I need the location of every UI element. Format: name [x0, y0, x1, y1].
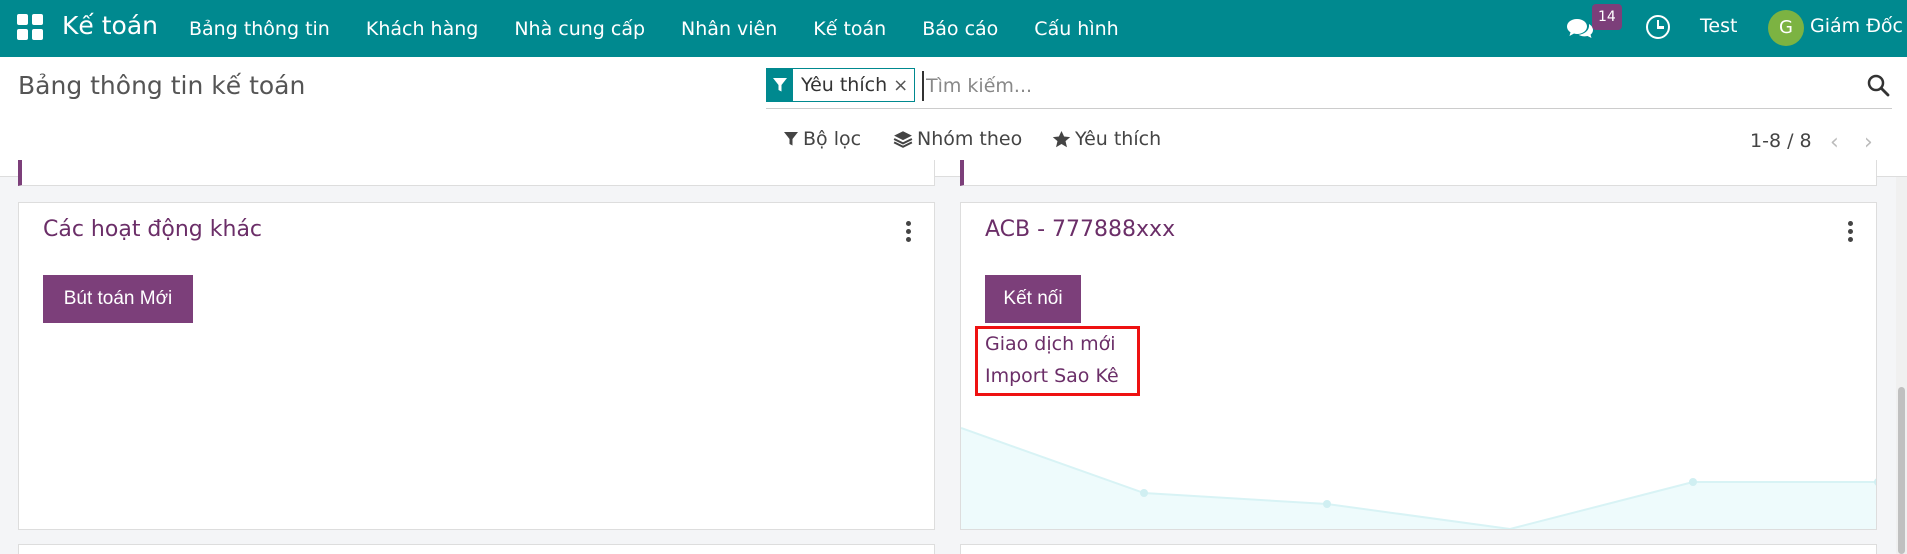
clock-icon[interactable]: [1646, 15, 1670, 39]
menu-item-dashboard[interactable]: Bảng thông tin: [189, 18, 330, 40]
new-entry-button[interactable]: Bút toán Mới: [43, 275, 193, 323]
apps-grid-icon[interactable]: [17, 14, 43, 40]
filter-label: Bộ lọc: [803, 128, 862, 150]
card-title[interactable]: Các hoạt động khác: [43, 217, 262, 242]
facet-label: Yêu thích: [801, 74, 888, 96]
card-title[interactable]: ACB - 777888xxx: [985, 217, 1175, 242]
scrollbar-thumb[interactable]: [1898, 387, 1905, 554]
app-brand[interactable]: Kế toán: [62, 11, 158, 40]
layers-icon: [893, 131, 913, 148]
group-by-label: Nhóm theo: [917, 128, 1023, 150]
chat-count-badge: 14: [1592, 4, 1622, 30]
menu-item-customers[interactable]: Khách hàng: [366, 18, 478, 40]
user-name[interactable]: Giám Đốc: [1810, 15, 1903, 37]
card-partial-top-right: [960, 160, 1877, 186]
group-by-button[interactable]: Nhóm theo: [893, 128, 1022, 150]
journal-card-misc: Các hoạt động khác Bút toán Mới: [18, 202, 935, 530]
page-title: Bảng thông tin kế toán: [18, 71, 306, 100]
menu-item-configuration[interactable]: Cấu hình: [1034, 18, 1118, 40]
scrollbar[interactable]: [1896, 177, 1907, 554]
card-partial-bottom-right: [960, 544, 1877, 554]
search-input[interactable]: [922, 71, 1822, 101]
control-panel: Bảng thông tin kế toán Yêu thích × Bộ lọ…: [0, 57, 1907, 177]
filter-button[interactable]: Bộ lọc: [783, 128, 861, 150]
card-menu-icon[interactable]: [1848, 221, 1854, 243]
card-partial-bottom-left: [18, 544, 935, 554]
search-bar: Yêu thích ×: [766, 65, 1892, 109]
pager-value[interactable]: 1-8 / 8: [1750, 130, 1812, 152]
search-facet: Yêu thích ×: [766, 68, 916, 102]
filter-icon: [784, 132, 798, 146]
search-icon[interactable]: [1866, 73, 1890, 97]
menu-item-accounting[interactable]: Kế toán: [813, 18, 886, 40]
pager-next-button[interactable]: ›: [1864, 130, 1873, 155]
main-menu: Bảng thông tin Khách hàng Nhà cung cấp N…: [189, 0, 1155, 57]
menu-item-reports[interactable]: Báo cáo: [922, 18, 998, 40]
company-label[interactable]: Test: [1700, 15, 1737, 37]
card-menu-icon[interactable]: [906, 221, 912, 243]
connect-button[interactable]: Kết nối: [985, 275, 1081, 323]
favorites-button[interactable]: Yêu thích: [1052, 128, 1161, 150]
top-navbar: Kế toán Bảng thông tin Khách hàng Nhà cu…: [0, 0, 1907, 57]
star-icon: [1052, 130, 1071, 147]
pager-previous-button[interactable]: ‹: [1830, 130, 1839, 155]
highlight-box: [975, 326, 1140, 396]
card-partial-top-left: [18, 160, 935, 186]
favorites-label: Yêu thích: [1075, 128, 1162, 150]
menu-item-vendors[interactable]: Nhà cung cấp: [514, 18, 645, 40]
avatar[interactable]: G: [1768, 10, 1804, 46]
bank-balance-graph: [961, 427, 1876, 529]
chat-icon[interactable]: [1566, 16, 1594, 40]
filter-icon: [767, 69, 793, 101]
facet-remove-icon[interactable]: ×: [893, 75, 914, 96]
menu-item-employees[interactable]: Nhân viên: [681, 18, 777, 40]
